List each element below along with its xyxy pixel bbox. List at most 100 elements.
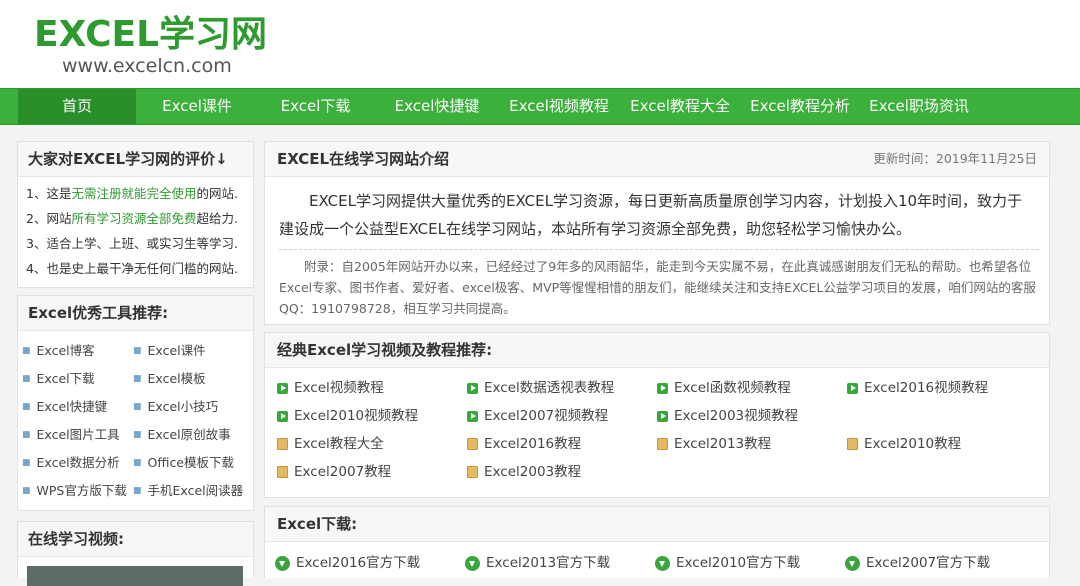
download-link-label: Excel2007官方下载 [866, 555, 991, 571]
course-link-label: Excel2016视频教程 [864, 380, 989, 396]
evaluation-item: 2、网站所有学习资源全部免费超给力. [26, 206, 253, 231]
bullet-icon: ■ [22, 486, 31, 496]
evaluation-item-prefix: 4、也是史上最干净无任何门槛的网站. [26, 261, 238, 276]
download-icon [655, 555, 670, 571]
bullet-icon: ■ [22, 458, 31, 468]
course-link[interactable]: Excel教程大全 [277, 430, 467, 458]
download-link[interactable]: Excel2010官方下载 [655, 552, 845, 574]
tool-link[interactable]: ■ Excel数据分析 [22, 449, 133, 477]
course-link[interactable]: Excel2010视频教程 [277, 402, 467, 430]
tool-link-label: Office模板下载 [147, 455, 235, 470]
nav-item-tutorial-collection[interactable]: Excel教程大全 [617, 89, 743, 124]
downloads-title: Excel下载: [265, 507, 1049, 542]
course-link[interactable]: Excel函数视频教程 [657, 374, 847, 402]
tool-link[interactable]: ■ Excel模板 [133, 365, 244, 393]
evaluation-title: 大家对EXCEL学习网的评价↓ [18, 142, 253, 177]
bullet-icon: ■ [133, 374, 142, 384]
nav-item-video-tutorials[interactable]: Excel视频教程 [501, 89, 617, 124]
bullet-icon: ■ [133, 402, 142, 412]
main-nav: 首页 Excel课件 Excel下载 Excel快捷键 Excel视频教程 Ex… [0, 88, 1080, 125]
video-thumbnail[interactable] [27, 566, 243, 586]
intro-panel: EXCEL在线学习网站介绍 更新时间：2019年11月25日 EXCEL学习网提… [264, 141, 1050, 325]
tools-title: Excel优秀工具推荐: [18, 296, 253, 331]
tool-link[interactable]: ■ 手机Excel阅读器 [133, 477, 244, 505]
nav-item-home[interactable]: 首页 [18, 89, 136, 124]
tool-link[interactable]: ■ Excel图片工具 [22, 421, 133, 449]
tool-link-label: WPS官方版下载 [36, 483, 127, 498]
course-link[interactable]: Excel2003教程 [467, 458, 657, 486]
site-header: EXCEL学习网 www.excelcn.com [0, 0, 1080, 88]
book-icon [467, 438, 478, 450]
play-icon [657, 410, 668, 422]
site-logo-url[interactable]: www.excelcn.com [62, 55, 232, 77]
course-link[interactable]: Excel2016视频教程 [847, 374, 1037, 402]
tool-link[interactable]: ■ WPS官方版下载 [22, 477, 133, 505]
tool-link[interactable]: ■ Excel课件 [133, 337, 244, 365]
tool-link-label: Excel快捷键 [36, 399, 108, 414]
tool-link-label: Excel小技巧 [147, 399, 219, 414]
evaluation-item-prefix: 3、适合上学、上班、或实习生等学习. [26, 236, 238, 251]
course-link[interactable]: Excel2010教程 [847, 430, 1037, 458]
downloads-panel: Excel下载: Excel2016官方下载 Excel2013官方下载 Exc… [264, 506, 1050, 578]
courses-title: 经典Excel学习视频及教程推荐: [265, 333, 1049, 368]
course-link[interactable]: Excel2016教程 [467, 430, 657, 458]
course-link-label: Excel2010视频教程 [294, 408, 419, 424]
tool-link[interactable]: ■ Excel小技巧 [133, 393, 244, 421]
course-link[interactable]: Excel2007视频教程 [467, 402, 657, 430]
course-link-label: Excel函数视频教程 [674, 380, 791, 396]
tool-link[interactable]: ■ Excel快捷键 [22, 393, 133, 421]
bullet-icon: ■ [22, 374, 31, 384]
bullet-icon: ■ [133, 458, 142, 468]
book-icon [847, 438, 858, 450]
nav-item-shortcuts[interactable]: Excel快捷键 [373, 89, 501, 124]
tool-link[interactable]: ■ Excel下载 [22, 365, 133, 393]
intro-paragraph: EXCEL学习网提供大量优秀的EXCEL学习资源，每日更新高质量原创学习内容，计… [279, 192, 1023, 238]
bullet-icon: ■ [22, 430, 31, 440]
tool-link[interactable]: ■ Office模板下载 [133, 449, 244, 477]
bullet-icon: ■ [133, 430, 142, 440]
site-logo-title[interactable]: EXCEL学习网 [34, 14, 267, 56]
play-icon [277, 382, 288, 394]
tool-link-label: Excel原创故事 [147, 427, 231, 442]
evaluation-item: 3、适合上学、上班、或实习生等学习. [26, 231, 253, 256]
bullet-icon: ■ [133, 346, 142, 356]
play-icon [657, 382, 668, 394]
bullet-icon: ■ [133, 486, 142, 496]
tools-grid: ■ Excel博客 ■ Excel课件 ■ Excel下载 ■ Excel模板 ■ Exc… [18, 331, 253, 505]
tool-link-label: Excel课件 [147, 343, 206, 358]
courses-grid: Excel视频教程 Excel数据透视表教程 Excel函数视频教程 Excel… [265, 368, 1049, 486]
evaluation-item: 4、也是史上最干净无任何门槛的网站. [26, 256, 253, 281]
download-link[interactable]: Excel2016官方下载 [275, 552, 465, 574]
nav-item-courseware[interactable]: Excel课件 [136, 89, 258, 124]
online-video-title: 在线学习视频: [18, 522, 253, 557]
evaluation-item-highlight: 无需注册就能完全使用 [71, 186, 197, 201]
evaluation-item-prefix: 1、这是 [26, 186, 72, 201]
course-link[interactable]: Excel2013教程 [657, 430, 847, 458]
download-link[interactable]: Excel2013官方下载 [465, 552, 655, 574]
course-link-label: Excel2003视频教程 [674, 408, 799, 424]
nav-item-workplace-news[interactable]: Excel职场资讯 [857, 89, 981, 124]
tool-link[interactable]: ■ Excel博客 [22, 337, 133, 365]
download-link[interactable]: Excel2007官方下载 [845, 552, 1035, 574]
tool-link-label: Excel博客 [36, 343, 95, 358]
tool-link[interactable]: ■ Excel原创故事 [133, 421, 244, 449]
nav-item-tutorial-analysis[interactable]: Excel教程分析 [743, 89, 857, 124]
course-link-label: Excel数据透视表教程 [484, 380, 615, 396]
course-link-label: Excel2007视频教程 [484, 408, 609, 424]
course-link[interactable]: Excel数据透视表教程 [467, 374, 657, 402]
nav-item-download[interactable]: Excel下载 [258, 89, 373, 124]
download-link-label: Excel2016官方下载 [296, 555, 421, 571]
download-icon [275, 555, 290, 571]
course-link[interactable]: Excel视频教程 [277, 374, 467, 402]
grid-filler [847, 402, 1037, 430]
course-link[interactable]: Excel2007教程 [277, 458, 467, 486]
evaluation-item-highlight: 所有学习资源全部免费 [71, 211, 197, 226]
tool-link-label: Excel数据分析 [36, 455, 120, 470]
evaluation-list: 1、这是无需注册就能完全使用的网站. 2、网站所有学习资源全部免费超给力. 3、… [18, 177, 253, 281]
evaluation-panel: 大家对EXCEL学习网的评价↓ 1、这是无需注册就能完全使用的网站. 2、网站所… [17, 141, 254, 288]
courses-panel: 经典Excel学习视频及教程推荐: Excel视频教程 Excel数据透视表教程… [264, 332, 1050, 498]
tools-panel: Excel优秀工具推荐: ■ Excel博客 ■ Excel课件 ■ Excel下载 … [17, 295, 254, 511]
course-link-label: Excel视频教程 [294, 380, 384, 396]
course-link[interactable]: Excel2003视频教程 [657, 402, 847, 430]
tool-link-label: Excel下载 [36, 371, 95, 386]
